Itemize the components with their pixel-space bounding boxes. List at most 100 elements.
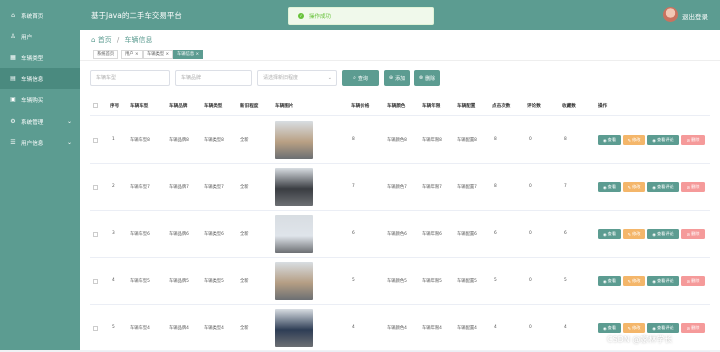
tag-home[interactable]: 系统首页	[93, 49, 119, 59]
car-brand-input[interactable]: 车辆品牌	[175, 70, 252, 86]
cell-year: 车辆年限5	[422, 279, 442, 284]
query-button[interactable]: ⌕ 查询	[342, 70, 379, 86]
eye-icon: ◉	[652, 278, 656, 284]
edit-button[interactable]: ✎ 修改	[623, 323, 645, 333]
eye-icon: ◉	[602, 278, 607, 284]
cell-model: 车辆车型7	[130, 185, 150, 190]
success-check-icon: ✓	[298, 13, 304, 19]
cell-year: 车辆年限6	[422, 232, 442, 237]
cell-type: 车辆类型8	[204, 138, 224, 143]
th-year: 车辆年限	[422, 104, 441, 109]
sidebar-item-label: 用户	[21, 34, 33, 41]
cell-price: 6	[352, 231, 355, 236]
view-comments-button[interactable]: ◉ 查看评论	[647, 135, 679, 145]
sidebar-item-label: 车辆信息	[21, 76, 44, 83]
edit-button[interactable]: ✎ 修改	[623, 229, 645, 239]
view-button[interactable]: ◉ 查看	[598, 182, 621, 192]
avatar[interactable]	[663, 7, 678, 22]
logout-button[interactable]: 退出登录	[682, 11, 708, 21]
row-checkbox[interactable]	[93, 232, 98, 237]
view-button-label: 查看	[607, 278, 617, 283]
select-all-checkbox[interactable]	[93, 103, 98, 108]
view-comments-button[interactable]: ◉ 查看评论	[647, 229, 679, 239]
cell-comments: 0	[529, 184, 532, 189]
view-comments-button[interactable]: ◉ 查看评论	[647, 182, 679, 192]
edit-button-label: 修改	[632, 325, 641, 330]
th-type: 车辆类型	[204, 104, 223, 109]
th-comments: 评论数	[527, 104, 541, 109]
cell-condition: 全新	[240, 185, 249, 190]
sidebar-item-user[interactable]: ♙ 用户	[0, 26, 80, 47]
edit-button[interactable]: ✎ 修改	[623, 182, 645, 192]
sidebar-item-user-info[interactable]: ☰ 用户信息 ⌄	[0, 132, 80, 153]
th-index: 序号	[110, 104, 120, 109]
delete-row-button[interactable]: ⊘ 删除	[681, 323, 705, 333]
condition-select[interactable]: 请选择新旧程度 ⌄	[257, 70, 337, 86]
cell-model: 车辆车型8	[130, 138, 150, 143]
breadcrumb-home[interactable]: 首页	[98, 36, 112, 44]
tag-user[interactable]: 用户 ×	[121, 49, 143, 59]
delete-row-button[interactable]: ⊘ 删除	[681, 135, 705, 145]
delete-row-button[interactable]: ⊘ 删除	[681, 182, 705, 192]
cell-index: 4	[112, 278, 115, 283]
edit-button-label: 修改	[632, 231, 641, 236]
cell-favorites: 6	[564, 231, 567, 236]
chevron-down-icon: ⌄	[66, 139, 72, 146]
cell-clicks: 8	[494, 137, 497, 142]
cell-color: 车辆颜色8	[387, 138, 407, 143]
delete-icon: ⊘	[686, 137, 691, 143]
table-row[interactable]: 1 车辆车型8 车辆品牌8 车辆类型8 全新 8 车辆颜色8 车辆年限8 车辆配置8 8 0 8 ◉ 查看…	[90, 117, 710, 164]
table-row[interactable]: 3 车辆车型6 车辆品牌6 车辆类型6 全新 6 车辆颜色6 车辆年限6 车辆配置6 6 0 6 ◉ 查看…	[90, 211, 710, 258]
car-image	[275, 215, 313, 253]
edit-button[interactable]: ✎ 修改	[623, 135, 645, 145]
cell-config: 车辆配置5	[457, 279, 477, 284]
cell-year: 车辆年限7	[422, 185, 442, 190]
table-header: 序号 车辆车型 车辆品牌 车辆类型 新旧程度 车辆图片 车辆价格 车辆颜色 车辆…	[90, 96, 710, 116]
add-button[interactable]: ⊕ 添加	[384, 70, 410, 86]
cell-clicks: 5	[494, 278, 497, 283]
cell-favorites: 7	[564, 184, 567, 189]
delete-button[interactable]: ⊗ 删除	[414, 70, 440, 86]
user-icon: ♙	[10, 33, 16, 40]
sidebar-item-car-info[interactable]: ▤ 车辆信息	[0, 68, 80, 89]
view-comments-button[interactable]: ◉ 查看评论	[647, 323, 679, 333]
view-button[interactable]: ◉ 查看	[598, 276, 621, 286]
edit-button-label: 修改	[632, 137, 641, 142]
cell-model: 车辆车型6	[130, 232, 150, 237]
row-checkbox[interactable]	[93, 138, 98, 143]
car-model-input[interactable]: 车辆车型	[90, 70, 170, 86]
eye-icon: ◉	[602, 137, 607, 143]
view-button[interactable]: ◉ 查看	[598, 135, 621, 145]
breadcrumb-current: 车辆信息	[124, 36, 153, 44]
sidebar-item-label: 用户信息	[21, 140, 44, 147]
sidebar-item-car-buy[interactable]: ▣ 车辆购买	[0, 89, 80, 110]
delete-row-button[interactable]: ⊘ 删除	[681, 276, 705, 286]
car-image	[275, 309, 313, 347]
table-row[interactable]: 4 车辆车型5 车辆品牌5 车辆类型5 全新 5 车辆颜色5 车辆年限5 车辆配置5 5 0 5 ◉ 查看…	[90, 258, 710, 305]
th-color: 车辆颜色	[387, 104, 406, 109]
cell-model: 车辆车型4	[130, 326, 150, 331]
tag-car-info[interactable]: 车辆信息 ×	[173, 49, 204, 59]
tag-car-type[interactable]: 车辆类型 ×	[143, 49, 174, 59]
table-row[interactable]: 2 车辆车型7 车辆品牌7 车辆类型7 全新 7 车辆颜色7 车辆年限7 车辆配置7 8 0 7 ◉ 查看…	[90, 164, 710, 211]
edit-button[interactable]: ✎ 修改	[623, 276, 645, 286]
edit-icon: ✎	[627, 278, 632, 284]
sidebar-item-home[interactable]: ⌂ 系统首页	[0, 5, 80, 26]
view-comments-button[interactable]: ◉ 查看评论	[647, 276, 679, 286]
sidebar-item-system[interactable]: ⚙ 系统管理 ⌄	[0, 111, 80, 132]
cell-price: 4	[352, 325, 355, 330]
sidebar-item-car-type[interactable]: ▦ 车辆类型	[0, 47, 80, 68]
delete-row-button-label: 删除	[691, 278, 700, 283]
row-checkbox[interactable]	[93, 326, 98, 331]
row-checkbox[interactable]	[93, 185, 98, 190]
cell-brand: 车辆品牌4	[169, 326, 189, 331]
view-button[interactable]: ◉ 查看	[598, 229, 621, 239]
app-title: 基于Java的二手车交易平台	[91, 11, 182, 20]
delete-icon: ⊘	[686, 231, 691, 237]
delete-row-button[interactable]: ⊘ 删除	[681, 229, 705, 239]
edit-button-label: 修改	[632, 184, 641, 189]
row-checkbox[interactable]	[93, 279, 98, 284]
cell-index: 2	[112, 184, 115, 189]
view-button[interactable]: ◉ 查看	[598, 323, 621, 333]
eye-icon: ◉	[652, 325, 656, 331]
